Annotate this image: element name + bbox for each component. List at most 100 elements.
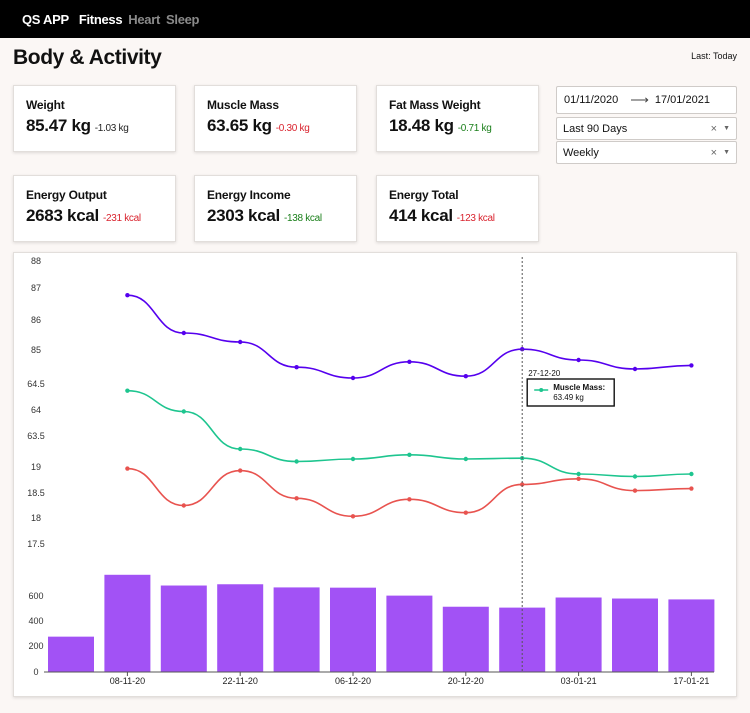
data-point [463, 374, 468, 379]
y-tick-label: 18 [31, 513, 41, 523]
y-tick-label: 63.5 [27, 431, 45, 441]
energy-income-card: Energy Income 2303 kcal -138 kcal [194, 175, 357, 242]
bar [612, 598, 658, 672]
card-value: 414 kcal [389, 206, 453, 225]
fat-mass-card: Fat Mass Weight 18.48 kg -0.71 kg [376, 85, 539, 152]
data-point [181, 330, 186, 336]
card-title: Weight [26, 98, 65, 112]
tooltip-value: 63.49 kg [553, 393, 584, 402]
data-point [463, 456, 468, 462]
card-value: 2683 kcal [26, 206, 99, 225]
card-title: Energy Total [389, 188, 459, 202]
bar [273, 587, 320, 672]
weight-card: Weight 85.47 kg -1.03 kg [13, 85, 176, 152]
data-point [238, 339, 243, 345]
data-point [181, 503, 186, 508]
range-select-value: Last 90 Days [563, 122, 628, 135]
card-value: 85.47 kg [26, 116, 91, 135]
data-point [576, 357, 581, 363]
x-tick-label: 22-11-20 [223, 676, 258, 686]
data-point [125, 388, 130, 393]
end-date-input[interactable]: 17/01/2021 [655, 94, 710, 106]
energy-total-card: Energy Total 414 kcal -123 kcal [376, 175, 539, 242]
nav-tab-sleep[interactable]: Sleep [166, 12, 199, 27]
bar [555, 597, 602, 672]
arrow-right-icon: ⟶ [630, 92, 649, 107]
data-point [294, 459, 299, 464]
card-delta: -1.03 kg [94, 123, 129, 134]
muscle-mass-card: Muscle Mass 63.65 kg -0.30 kg [194, 85, 357, 152]
x-tick-label: 03-01-21 [561, 676, 597, 686]
data-point [632, 488, 638, 493]
data-point [576, 476, 581, 482]
card-title: Muscle Mass [207, 98, 279, 112]
nav-tab-heart[interactable]: Heart [128, 12, 160, 27]
energy-output-card: Energy Output 2683 kcal -231 kcal [13, 175, 176, 242]
data-point [463, 510, 468, 515]
data-point [125, 466, 130, 471]
x-tick-label: 20-12-20 [448, 676, 484, 686]
y-tick-label: 17.5 [27, 539, 45, 549]
data-point [125, 293, 130, 298]
tooltip-series: Muscle Mass: [553, 383, 605, 392]
y-tick-label: 400 [28, 616, 43, 626]
card-title: Fat Mass Weight [389, 98, 481, 112]
data-point [294, 496, 299, 501]
interval-select[interactable]: Weekly × ▼ [556, 141, 737, 164]
data-point [689, 363, 694, 368]
data-point [350, 514, 356, 519]
nav-tab-fitness[interactable]: Fitness [79, 12, 123, 27]
data-point [407, 452, 412, 458]
clear-icon[interactable]: × [711, 147, 717, 159]
y-tick-label: 87 [31, 283, 41, 293]
card-delta: -0.71 kg [457, 123, 492, 134]
page-title: Body & Activity [13, 46, 162, 69]
card-title: Energy Output [26, 188, 107, 202]
chart-panel: 88 87 86 85 64.5 64 63.5 19 18.5 18 17.5 600 400 200 0… [13, 252, 737, 697]
tooltip-date: 27-12-20 [528, 369, 561, 378]
bar [668, 599, 715, 672]
card-delta: -231 kcal [102, 213, 141, 224]
bar [442, 606, 489, 672]
data-point [632, 366, 638, 372]
y-tick-label: 64.5 [27, 379, 45, 389]
bar [330, 587, 376, 672]
bar [386, 595, 433, 672]
data-point [238, 446, 243, 452]
clear-icon[interactable]: × [711, 123, 717, 135]
bar [217, 584, 264, 672]
data-point [294, 365, 299, 370]
date-range-picker[interactable]: 01/11/2020 ⟶ 17/01/2021 [556, 86, 737, 114]
y-tick-label: 0 [33, 667, 38, 677]
range-select[interactable]: Last 90 Days × ▼ [556, 117, 737, 140]
y-tick-label: 19 [31, 462, 41, 472]
chevron-down-icon[interactable]: ▼ [723, 149, 730, 156]
y-tick-label: 88 [31, 256, 41, 266]
data-point [181, 409, 186, 414]
card-value: 63.65 kg [207, 116, 272, 135]
x-tick-label: 06-12-20 [335, 676, 371, 686]
series-line [127, 294, 692, 379]
data-point [689, 486, 694, 491]
combined-chart[interactable]: 88 87 86 85 64.5 64 63.5 19 18.5 18 17.5 600 400 200 0… [14, 253, 738, 698]
bar [104, 574, 151, 672]
data-point [238, 468, 243, 473]
data-point [350, 456, 356, 462]
tooltip-legend-dot [539, 388, 544, 392]
start-date-input[interactable]: 01/11/2020 [564, 94, 618, 106]
chevron-down-icon[interactable]: ▼ [723, 125, 730, 132]
app-brand[interactable]: QS APP [22, 12, 69, 27]
bar [48, 636, 94, 672]
card-title: Energy Income [207, 188, 291, 202]
last-updated-label: Last: Today [691, 51, 737, 61]
data-point [632, 474, 638, 479]
card-delta: -123 kcal [456, 213, 495, 224]
data-point [407, 359, 412, 364]
y-tick-label: 600 [28, 591, 43, 601]
y-tick-label: 86 [31, 315, 41, 325]
card-delta: -0.30 kg [275, 123, 310, 134]
x-tick-label: 17-01-21 [673, 676, 709, 686]
data-point [350, 375, 356, 381]
y-tick-label: 18.5 [27, 488, 45, 498]
y-tick-label: 200 [28, 641, 43, 651]
